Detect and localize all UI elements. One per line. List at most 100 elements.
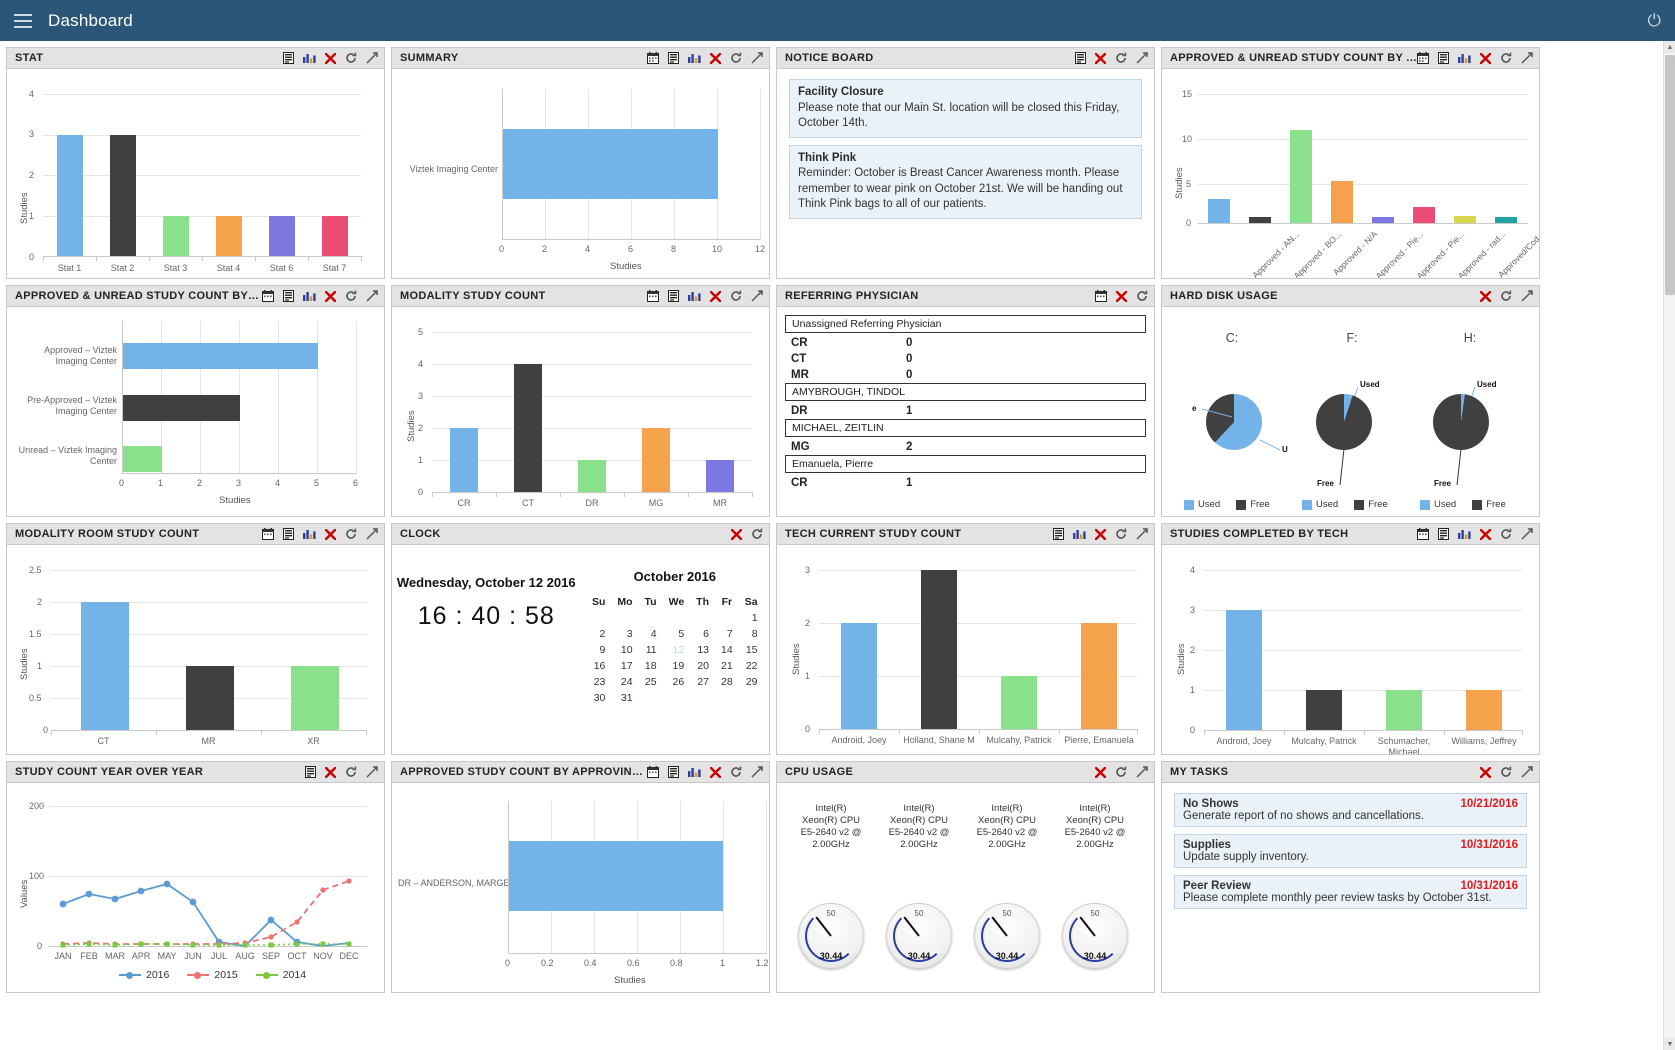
refresh-icon[interactable] xyxy=(345,766,357,778)
scroll-up-arrow[interactable]: ▲ xyxy=(1664,41,1675,53)
refresh-icon[interactable] xyxy=(345,290,357,302)
refresh-icon[interactable] xyxy=(1500,290,1512,302)
calendar-day[interactable]: 10 xyxy=(611,642,638,658)
calendar-day[interactable]: 18 xyxy=(639,658,663,674)
calendar-icon[interactable] xyxy=(1417,52,1429,64)
bar[interactable] xyxy=(163,215,189,256)
calendar-day[interactable]: 15 xyxy=(739,642,764,658)
bar[interactable] xyxy=(1413,207,1435,223)
calendar-day[interactable]: 20 xyxy=(690,658,715,674)
calendar-day[interactable]: 9 xyxy=(586,642,611,658)
calendar-day[interactable]: 11 xyxy=(639,642,663,658)
expand-icon[interactable] xyxy=(366,766,378,778)
calendar-day[interactable]: 4 xyxy=(639,626,663,642)
expand-icon[interactable] xyxy=(1521,52,1533,64)
bar[interactable] xyxy=(503,129,718,199)
close-icon[interactable] xyxy=(325,290,336,302)
refresh-icon[interactable] xyxy=(730,52,742,64)
task-item[interactable]: Supplies Update supply inventory. 10/31/… xyxy=(1174,834,1527,868)
calendar-day[interactable] xyxy=(611,610,638,626)
list-report-icon[interactable] xyxy=(305,766,316,778)
bar[interactable] xyxy=(81,602,129,730)
bar[interactable] xyxy=(123,343,318,369)
expand-icon[interactable] xyxy=(1521,528,1533,540)
scroll-down-arrow[interactable]: ▼ xyxy=(1664,1038,1675,1050)
expand-icon[interactable] xyxy=(751,766,763,778)
bar[interactable] xyxy=(57,134,83,256)
list-report-icon[interactable] xyxy=(668,766,679,778)
close-icon[interactable] xyxy=(710,766,721,778)
calendar-icon[interactable] xyxy=(647,52,659,64)
bar[interactable] xyxy=(322,215,348,256)
refresh-icon[interactable] xyxy=(1500,528,1512,540)
expand-icon[interactable] xyxy=(1136,52,1148,64)
expand-icon[interactable] xyxy=(751,290,763,302)
bar-chart-icon[interactable] xyxy=(688,290,701,302)
calendar-day[interactable]: 30 xyxy=(586,690,611,706)
calendar-day[interactable]: 25 xyxy=(639,674,663,690)
cpu-gauge-1[interactable]: 50 30.44 xyxy=(798,903,864,969)
scrollbar-thumb[interactable] xyxy=(1665,55,1675,295)
list-report-icon[interactable] xyxy=(1053,528,1064,540)
bar[interactable] xyxy=(1081,623,1117,729)
cpu-gauge-3[interactable]: 50 30.44 xyxy=(974,903,1040,969)
list-report-icon[interactable] xyxy=(668,52,679,64)
close-icon[interactable] xyxy=(710,52,721,64)
cpu-gauge-2[interactable]: 50 30.44 xyxy=(886,903,952,969)
calendar-day[interactable]: 29 xyxy=(739,674,764,690)
calendar-day[interactable] xyxy=(663,610,691,626)
close-icon[interactable] xyxy=(325,52,336,64)
bar[interactable] xyxy=(1226,610,1262,730)
expand-icon[interactable] xyxy=(1521,290,1533,302)
close-icon[interactable] xyxy=(1095,52,1106,64)
calendar-icon[interactable] xyxy=(1095,290,1107,302)
calendar-day[interactable]: 14 xyxy=(715,642,739,658)
calendar-day[interactable]: 24 xyxy=(611,674,638,690)
calendar-widget[interactable]: October 2016 Su Mo Tu We Th Fr Sa 1 2 3 … xyxy=(581,545,770,754)
bar[interactable] xyxy=(123,446,162,472)
bar[interactable] xyxy=(1454,216,1476,223)
list-report-icon[interactable] xyxy=(1438,52,1449,64)
bar[interactable] xyxy=(642,428,670,492)
notice-item[interactable]: Facility Closure Please note that our Ma… xyxy=(789,79,1142,138)
bar[interactable] xyxy=(123,395,240,421)
bar[interactable] xyxy=(509,841,723,911)
calendar-day[interactable] xyxy=(639,690,663,706)
bar[interactable] xyxy=(1306,690,1342,730)
legend-item-2014[interactable]: 2014 xyxy=(255,969,306,981)
task-item[interactable]: No Shows Generate report of no shows and… xyxy=(1174,793,1527,827)
bar[interactable] xyxy=(578,460,606,492)
calendar-day[interactable]: 5 xyxy=(663,626,691,642)
refresh-icon[interactable] xyxy=(1115,52,1127,64)
pie-chart-f[interactable] xyxy=(1316,394,1372,450)
bar-chart-icon[interactable] xyxy=(1458,528,1471,540)
bar-chart-icon[interactable] xyxy=(1073,528,1086,540)
refresh-icon[interactable] xyxy=(730,766,742,778)
table-row[interactable]: CR 1 xyxy=(785,475,1146,491)
bar[interactable] xyxy=(1208,199,1230,223)
referring-physician-table[interactable]: Unassigned Referring Physician CR 0 CT 0… xyxy=(777,307,1154,516)
calendar-day[interactable]: 19 xyxy=(663,658,691,674)
refresh-icon[interactable] xyxy=(345,52,357,64)
bar[interactable] xyxy=(186,666,234,730)
close-icon[interactable] xyxy=(1480,528,1491,540)
bar[interactable] xyxy=(514,364,542,492)
calendar-day[interactable]: 27 xyxy=(690,674,715,690)
legend-item-2015[interactable]: 2015 xyxy=(187,969,238,981)
expand-icon[interactable] xyxy=(1136,766,1148,778)
cpu-gauge-4[interactable]: 50 30.44 xyxy=(1062,903,1128,969)
bar[interactable] xyxy=(110,134,136,256)
bar-chart-icon[interactable] xyxy=(303,290,316,302)
bar[interactable] xyxy=(841,623,877,729)
refresh-icon[interactable] xyxy=(1115,528,1127,540)
bar[interactable] xyxy=(921,570,957,729)
bar-chart-icon[interactable] xyxy=(303,528,316,540)
close-icon[interactable] xyxy=(325,766,336,778)
calendar-day[interactable]: 17 xyxy=(611,658,638,674)
bar[interactable] xyxy=(1001,676,1037,729)
calendar-day[interactable]: 2 xyxy=(586,626,611,642)
calendar-day[interactable] xyxy=(690,610,715,626)
list-report-icon[interactable] xyxy=(1075,52,1086,64)
calendar-day[interactable]: 13 xyxy=(690,642,715,658)
pie-chart-c[interactable] xyxy=(1206,394,1262,450)
